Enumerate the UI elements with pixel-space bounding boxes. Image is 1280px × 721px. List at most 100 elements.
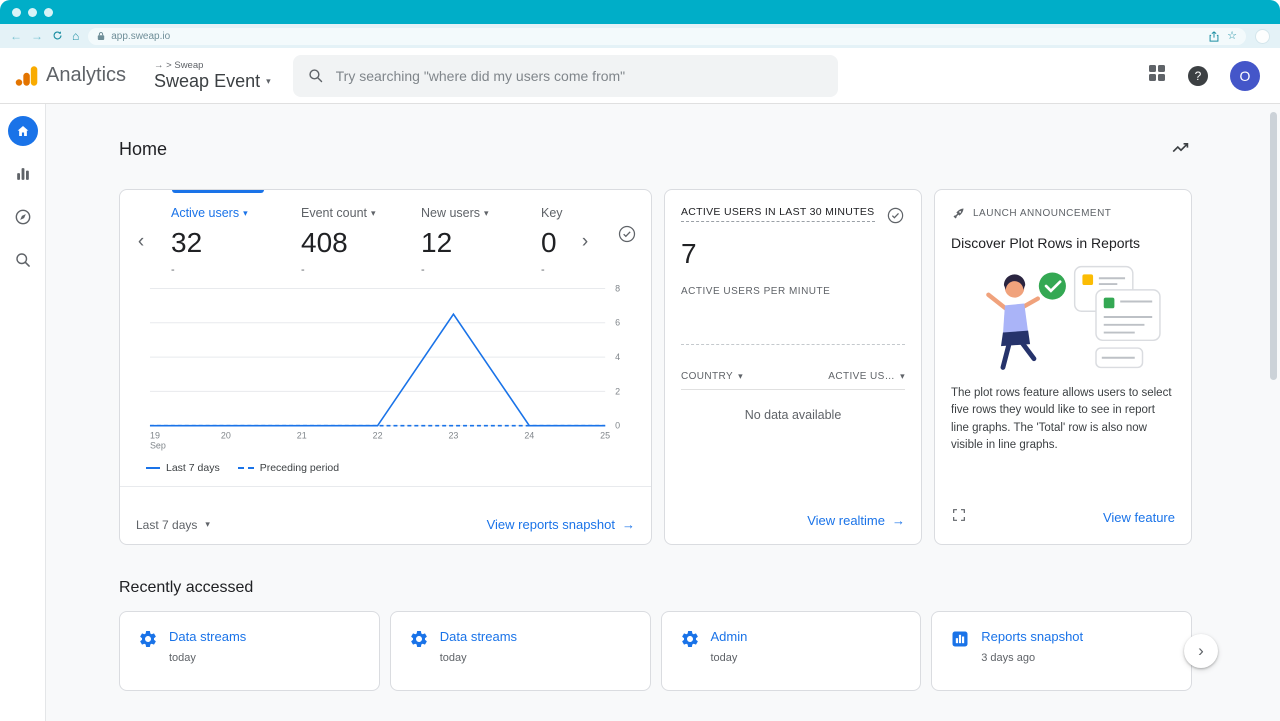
- announcement-title: Discover Plot Rows in Reports: [951, 235, 1175, 251]
- reload-button[interactable]: [52, 30, 63, 43]
- country-column-header[interactable]: COUNTRY ▾: [681, 371, 743, 382]
- apps-grid-button[interactable]: [1148, 64, 1166, 87]
- metrics-prev-button[interactable]: ‹: [128, 232, 154, 251]
- search-input[interactable]: [336, 68, 824, 84]
- browser-home-button[interactable]: ⌂: [72, 30, 79, 42]
- share-icon[interactable]: [1209, 31, 1219, 42]
- metrics-overview-card: ‹ Active users▾ 32 - Event count▾ 408 -: [119, 189, 652, 545]
- browser-titlebar: [0, 0, 1280, 24]
- chevron-down-icon: ▾: [738, 371, 743, 382]
- metric-active-users[interactable]: Active users▾ 32 -: [154, 206, 284, 276]
- analytics-brand[interactable]: Analytics: [14, 63, 126, 89]
- property-name: Sweap Event: [154, 71, 260, 92]
- chevron-down-icon: ▾: [484, 208, 489, 219]
- ga-header: Analytics → > Sweap Sweap Event ▾ ? O: [0, 48, 1280, 104]
- metric-label: Event count: [301, 206, 367, 220]
- chevron-down-icon: ▾: [205, 519, 210, 530]
- active-users-column-header[interactable]: ACTIVE US… ▾: [828, 371, 905, 382]
- metric-delta: -: [421, 264, 524, 276]
- metric-delta: -: [541, 264, 570, 276]
- announcement-body: The plot rows feature allows users to se…: [951, 385, 1175, 454]
- announcement-card: LAUNCH ANNOUNCEMENT Discover Plot Rows i…: [934, 189, 1192, 545]
- recent-card-reports-snapshot[interactable]: Reports snapshot 3 days ago: [931, 611, 1192, 691]
- url-bar[interactable]: app.sweap.io ☆: [88, 28, 1246, 45]
- view-reports-snapshot-link[interactable]: View reports snapshot →: [487, 517, 635, 532]
- announcement-eyebrow: LAUNCH ANNOUNCEMENT: [973, 208, 1111, 219]
- metric-value: 12: [421, 227, 524, 259]
- browser-profile-avatar[interactable]: [1255, 29, 1270, 44]
- view-realtime-link[interactable]: View realtime →: [807, 513, 905, 528]
- metric-delta: -: [301, 264, 404, 276]
- sidebar-item-advertising[interactable]: [8, 245, 38, 275]
- forward-button[interactable]: →: [31, 30, 43, 42]
- legend-label: Last 7 days: [166, 462, 220, 474]
- chevron-down-icon: ▾: [266, 76, 271, 87]
- check-circle-icon: [617, 224, 637, 244]
- user-avatar[interactable]: O: [1230, 61, 1260, 91]
- search-bar[interactable]: [293, 55, 838, 97]
- active-users-30min-value: 7: [681, 238, 905, 270]
- search-icon: [307, 67, 324, 84]
- svg-text:21: 21: [297, 431, 307, 441]
- report-icon: [950, 629, 970, 649]
- magnifier-icon: [13, 250, 33, 270]
- active-metric-indicator: [172, 190, 264, 193]
- legend-solid-line: [146, 467, 160, 469]
- lock-icon: [97, 31, 105, 41]
- bookmark-star-icon[interactable]: ☆: [1227, 31, 1237, 42]
- minimize-window-button[interactable]: [28, 8, 37, 17]
- recent-item-time: today: [711, 652, 748, 664]
- metrics-line-chart: 0246819Sep202122232425: [146, 282, 633, 454]
- recent-card-admin[interactable]: Admin today: [661, 611, 922, 691]
- insights-button[interactable]: [1170, 136, 1192, 163]
- legend-dashed-line: [238, 467, 254, 469]
- page-title: Home: [119, 139, 167, 160]
- no-data-message: No data available: [681, 408, 905, 422]
- page-scrollbar[interactable]: [1270, 112, 1277, 380]
- svg-text:23: 23: [448, 431, 458, 441]
- gear-icon: [409, 629, 429, 649]
- arrow-right-icon: →: [892, 513, 905, 528]
- zoom-window-button[interactable]: [44, 8, 53, 17]
- insights-icon: [1170, 136, 1192, 158]
- realtime-title: ACTIVE USERS IN LAST 30 MINUTES: [681, 206, 875, 222]
- column-label: COUNTRY: [681, 371, 733, 382]
- sidebar-item-home[interactable]: [8, 116, 38, 146]
- realtime-card: ACTIVE USERS IN LAST 30 MINUTES 7 ACTIVE…: [664, 189, 922, 545]
- data-quality-button[interactable]: [886, 206, 905, 230]
- recent-item-label: Data streams: [169, 629, 246, 644]
- recent-item-label: Data streams: [440, 629, 517, 644]
- recent-scroll-next-button[interactable]: ›: [1184, 634, 1218, 668]
- svg-text:0: 0: [615, 421, 620, 431]
- gear-icon: [138, 629, 158, 649]
- expand-button[interactable]: [951, 507, 967, 528]
- url-text: app.sweap.io: [111, 31, 1203, 42]
- metric-key-events[interactable]: Key 0 -: [524, 206, 570, 276]
- svg-text:8: 8: [615, 283, 620, 293]
- users-trend-chart: 0246819Sep202122232425: [146, 282, 633, 454]
- browser-window: ← → ⌂ app.sweap.io ☆ Analytics → > Swe: [0, 0, 1280, 721]
- metric-event-count[interactable]: Event count▾ 408 -: [284, 206, 404, 276]
- per-minute-label: ACTIVE USERS PER MINUTE: [681, 286, 905, 297]
- chevron-down-icon: ▾: [900, 371, 905, 382]
- help-button[interactable]: ?: [1188, 66, 1208, 86]
- recent-card-data-streams-2[interactable]: Data streams today: [390, 611, 651, 691]
- chevron-down-icon: ▾: [243, 208, 248, 219]
- data-quality-button[interactable]: [617, 224, 637, 249]
- svg-text:20: 20: [221, 431, 231, 441]
- svg-text:22: 22: [373, 431, 383, 441]
- sidebar-item-explore[interactable]: [8, 202, 38, 232]
- recent-card-data-streams-1[interactable]: Data streams today: [119, 611, 380, 691]
- recently-accessed-title: Recently accessed: [119, 579, 1192, 597]
- svg-text:4: 4: [615, 352, 620, 362]
- check-circle-icon: [886, 206, 905, 225]
- metric-new-users[interactable]: New users▾ 12 -: [404, 206, 524, 276]
- date-range-selector[interactable]: Last 7 days ▾: [136, 518, 210, 532]
- account-breadcrumb: → > Sweap: [154, 60, 271, 71]
- property-selector[interactable]: → > Sweap Sweap Event ▾: [154, 60, 271, 92]
- back-button[interactable]: ←: [10, 30, 22, 42]
- metrics-next-button[interactable]: ›: [572, 232, 598, 251]
- view-feature-link[interactable]: View feature: [1103, 510, 1175, 525]
- sidebar-item-reports[interactable]: [8, 159, 38, 189]
- close-window-button[interactable]: [12, 8, 21, 17]
